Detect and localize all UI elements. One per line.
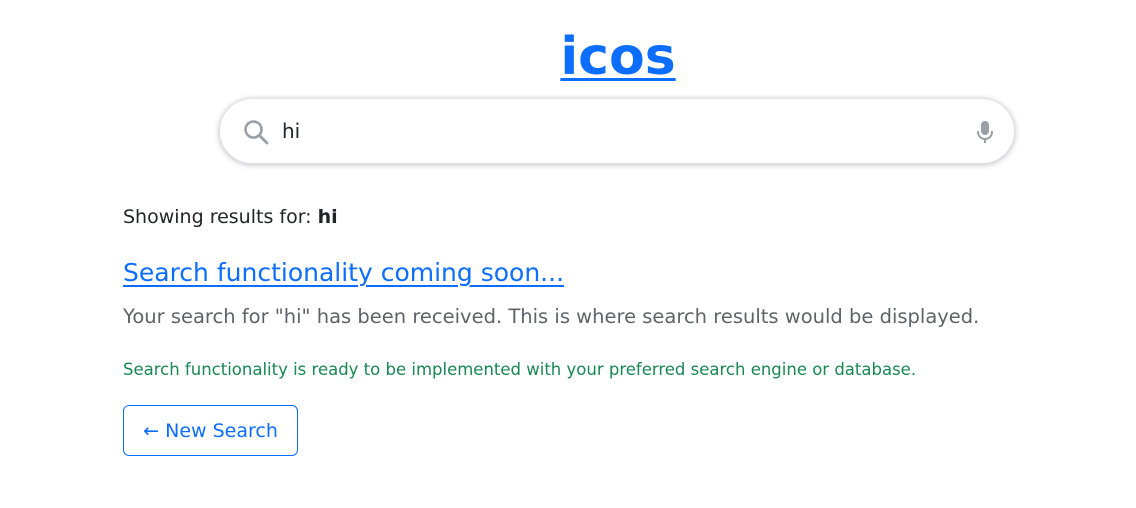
results-for-prefix: Showing results for: xyxy=(123,206,312,228)
result-note: Search functionality is ready to be impl… xyxy=(123,360,917,379)
site-logo: icos xyxy=(0,22,1136,92)
microphone-icon[interactable] xyxy=(976,120,994,144)
result-description: Your search for "hi" has been received. … xyxy=(123,305,980,328)
result-title-link[interactable]: Search functionality coming soon... xyxy=(123,257,564,289)
search-box[interactable] xyxy=(219,98,1015,164)
search-input[interactable] xyxy=(282,113,962,149)
results-query: hi xyxy=(317,206,338,228)
new-search-button[interactable]: ← New Search xyxy=(123,405,298,456)
results-for-text: Showing results for: hi xyxy=(123,204,338,230)
search-icon xyxy=(244,120,269,145)
search-results-page: icos Showing results for: hi Search func… xyxy=(0,0,1136,508)
logo-link[interactable]: icos xyxy=(560,27,675,87)
